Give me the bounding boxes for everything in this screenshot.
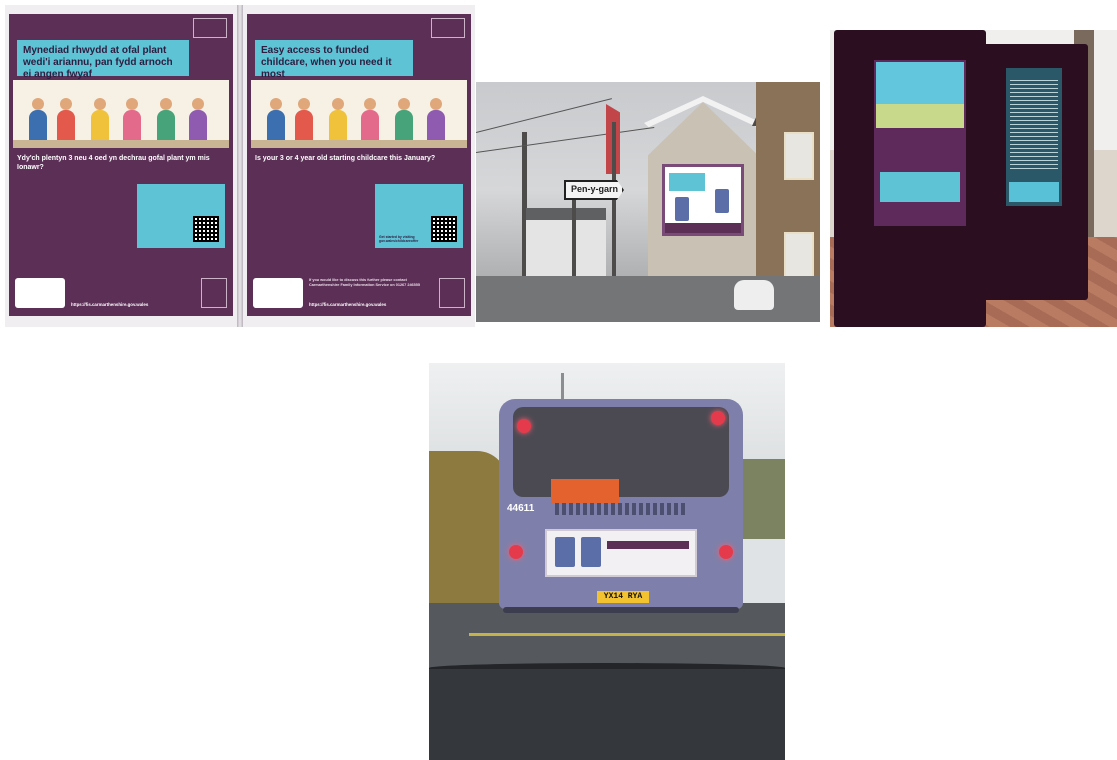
welsh-government-logo	[193, 18, 227, 38]
english-side-box: Get started by visiting gov.wales/childc…	[375, 184, 463, 248]
newspaper-spread-photo: Mynediad rhwydd at ofal plant wedi'i ari…	[5, 5, 475, 327]
welsh-ad-header: Mynediad rhwydd at ofal plant wedi'i ari…	[9, 14, 233, 152]
welsh-question: Ydy'ch plentyn 3 neu 4 oed yn dechrau go…	[17, 155, 210, 171]
english-question: Is your 3 or 4 year old starting childca…	[255, 155, 436, 162]
english-ad-footer: If you would like to discuss this furthe…	[247, 270, 471, 316]
children-illustration	[251, 80, 467, 152]
bus-rear-window	[513, 407, 729, 503]
english-footer-text: If you would like to discuss this furthe…	[309, 278, 421, 287]
english-headline: Easy access to funded childcare, when yo…	[255, 40, 413, 80]
tail-light	[719, 545, 733, 559]
bus-advert	[545, 529, 697, 577]
street-billboard-photo: Pen-y-garn	[476, 82, 820, 322]
english-page: Easy access to funded childcare, when yo…	[243, 5, 475, 327]
parked-car	[734, 280, 774, 310]
billboard	[662, 164, 744, 236]
council-crest-icon	[439, 278, 465, 308]
yellow-road-line	[469, 633, 785, 636]
bus-bumper	[503, 607, 739, 613]
tail-light	[509, 545, 523, 559]
english-url: https://fis.carmarthenshire.gov.wales	[309, 302, 387, 307]
english-side-cta: Get started by visiting gov.wales/childc…	[379, 234, 419, 244]
totem-screen-right	[1006, 68, 1062, 206]
digital-totem-photo	[830, 30, 1117, 327]
children-illustration	[13, 80, 229, 152]
fleet-number: 44611	[507, 503, 535, 514]
tail-light	[517, 419, 531, 433]
car-dashboard	[429, 669, 785, 760]
council-crest-icon	[201, 278, 227, 308]
family-information-service-logo	[15, 278, 65, 308]
welsh-ad-footer: https://fis.carmarthenshire.gov.wales	[9, 270, 233, 316]
bus-body: 44611 YX14 RYA	[499, 399, 743, 609]
welsh-headline: Mynediad rhwydd at ofal plant wedi'i ari…	[17, 40, 189, 80]
bus-rear-photo: 44611 YX14 RYA	[429, 363, 785, 760]
welsh-ad-body: Ydy'ch plentyn 3 neu 4 oed yn dechrau go…	[9, 148, 233, 270]
welsh-government-logo	[431, 18, 465, 38]
tail-light	[711, 411, 725, 425]
english-ad-body: Is your 3 or 4 year old starting childca…	[247, 148, 471, 270]
road-sign-text: Pen-y-garn	[571, 184, 619, 194]
qr-code	[431, 216, 457, 242]
welsh-page: Mynediad rhwydd at ofal plant wedi'i ari…	[5, 5, 237, 327]
white-house	[526, 220, 606, 282]
road-sign: Pen-y-garn	[564, 180, 624, 200]
totem-cabinet-left	[834, 30, 986, 327]
bus-grille	[555, 503, 687, 515]
welsh-url: https://fis.carmarthenshire.gov.wales	[71, 302, 149, 307]
totem-screen-left	[874, 60, 966, 226]
bus-window-sign	[551, 479, 619, 503]
qr-code	[193, 216, 219, 242]
english-ad-header: Easy access to funded childcare, when yo…	[247, 14, 471, 152]
welsh-side-box	[137, 184, 225, 248]
family-information-service-logo	[253, 278, 303, 308]
number-plate: YX14 RYA	[597, 591, 649, 603]
totem-cabinet-right	[980, 44, 1088, 300]
